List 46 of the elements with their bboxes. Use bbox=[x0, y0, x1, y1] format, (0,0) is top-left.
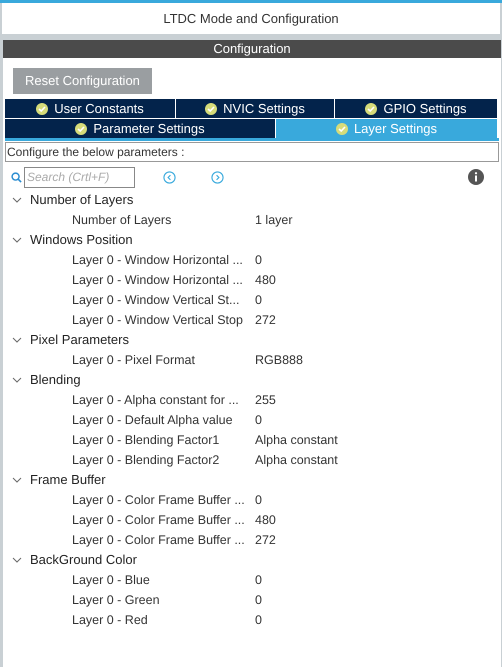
settings-tab[interactable]: GPIO Settings bbox=[335, 99, 497, 118]
parameter-value[interactable]: 0 bbox=[255, 290, 262, 310]
parameter-value[interactable]: RGB888 bbox=[255, 350, 303, 370]
parameter-value[interactable]: 255 bbox=[255, 390, 276, 410]
parameter-value[interactable]: 480 bbox=[255, 510, 276, 530]
section-header: Configuration bbox=[3, 40, 501, 58]
parameter-name[interactable]: Layer 0 - Window Vertical St... bbox=[72, 290, 255, 310]
parameter-value[interactable]: 272 bbox=[255, 530, 276, 550]
parameter-value[interactable]: 0 bbox=[255, 250, 262, 270]
parameter-name[interactable]: Layer 0 - Green bbox=[72, 590, 255, 610]
parameter-name[interactable]: Layer 0 - Blending Factor1 bbox=[72, 430, 255, 450]
group-label[interactable]: BackGround Color bbox=[30, 550, 137, 570]
parameter-value[interactable]: 0 bbox=[255, 610, 262, 630]
settings-tab[interactable]: User Constants bbox=[5, 99, 175, 118]
window-title: LTDC Mode and Configuration bbox=[2, 3, 500, 34]
settings-tab[interactable]: Parameter Settings bbox=[5, 119, 275, 138]
parameter-value[interactable]: Alpha constant bbox=[255, 430, 338, 450]
group-label[interactable]: Number of Layers bbox=[30, 190, 134, 210]
parameter-value[interactable]: 0 bbox=[255, 570, 262, 590]
parameter-name[interactable]: Layer 0 - Red bbox=[72, 610, 255, 630]
parameter-name[interactable]: Layer 0 - Window Horizontal ... bbox=[72, 250, 255, 270]
parameter-value[interactable]: 0 bbox=[255, 590, 262, 610]
parameter-name[interactable]: Layer 0 - Blue bbox=[72, 570, 255, 590]
description-text: Configure the below parameters : bbox=[5, 142, 499, 162]
parameter-value[interactable]: 272 bbox=[255, 310, 276, 330]
group-label[interactable]: Frame Buffer bbox=[30, 470, 106, 490]
settings-tab[interactable]: NVIC Settings bbox=[176, 99, 334, 118]
parameter-name[interactable]: Layer 0 - Pixel Format bbox=[72, 350, 255, 370]
parameter-name[interactable]: Layer 0 - Window Horizontal ... bbox=[72, 270, 255, 290]
parameter-value[interactable]: 0 bbox=[255, 490, 262, 510]
search-field[interactable]: Search (Crtl+F) bbox=[24, 166, 135, 188]
parameter-name[interactable]: Number of Layers bbox=[72, 210, 255, 230]
parameter-value[interactable]: 1 layer bbox=[255, 210, 293, 230]
parameter-name[interactable]: Layer 0 - Window Vertical Stop bbox=[72, 310, 255, 330]
parameter-value[interactable]: 480 bbox=[255, 270, 276, 290]
parameter-value[interactable]: 0 bbox=[255, 410, 262, 430]
parameter-value[interactable]: Alpha constant bbox=[255, 450, 338, 470]
parameter-name[interactable]: Layer 0 - Alpha constant for ... bbox=[72, 390, 255, 410]
parameter-name[interactable]: Layer 0 - Color Frame Buffer ... bbox=[72, 510, 255, 530]
group-label[interactable]: Windows Position bbox=[30, 230, 133, 250]
parameter-name[interactable]: Layer 0 - Color Frame Buffer ... bbox=[72, 530, 255, 550]
parameter-name[interactable]: Layer 0 - Default Alpha value bbox=[72, 410, 255, 430]
parameter-name[interactable]: Layer 0 - Blending Factor2 bbox=[72, 450, 255, 470]
group-label[interactable]: Blending bbox=[30, 370, 81, 390]
parameter-name[interactable]: Layer 0 - Color Frame Buffer ... bbox=[72, 490, 255, 510]
group-label[interactable]: Pixel Parameters bbox=[30, 330, 129, 350]
